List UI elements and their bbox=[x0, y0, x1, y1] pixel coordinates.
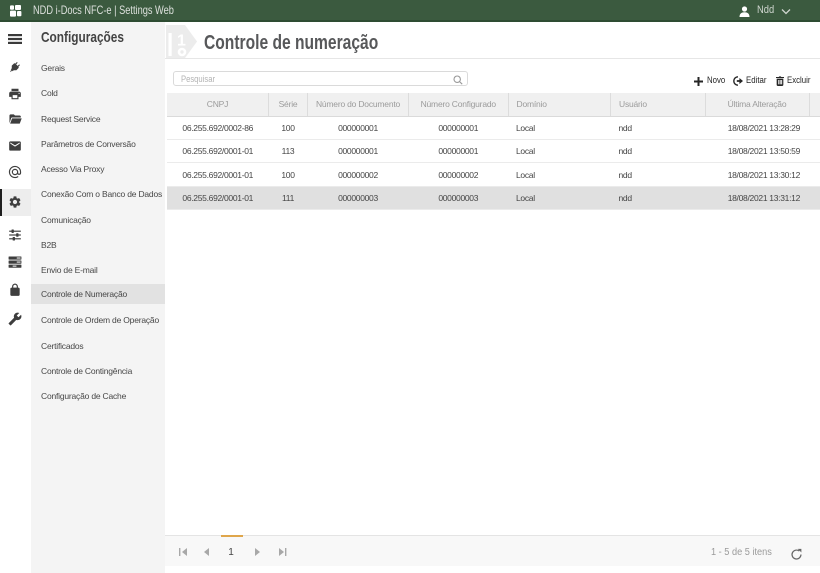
svg-text:1: 1 bbox=[177, 33, 186, 50]
